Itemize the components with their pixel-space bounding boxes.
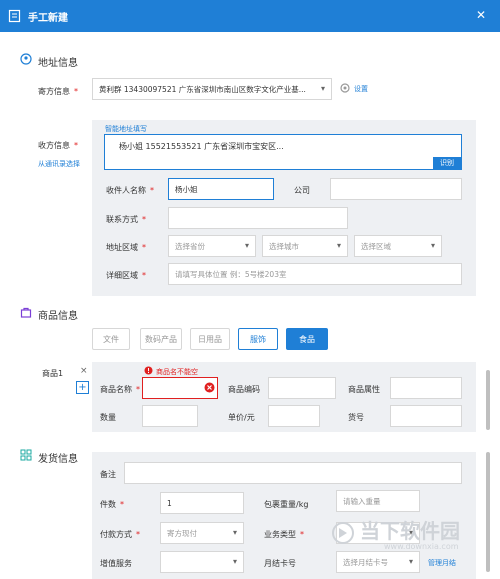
smart-address-label: 智能地址填写	[105, 125, 147, 133]
district-select[interactable]: 选择区域	[354, 235, 442, 257]
scrollbar-thumb[interactable]	[486, 370, 490, 430]
category-chip-food[interactable]: 食品	[286, 328, 328, 350]
count-label: 件数 *	[100, 500, 124, 509]
pay-select[interactable]: 寄方现付	[160, 522, 244, 544]
grid-icon	[20, 449, 32, 461]
goods-code-input[interactable]	[268, 377, 336, 399]
error-message: 商品名不能空	[156, 368, 198, 376]
title-bar: 手工新建 ✕	[0, 0, 500, 32]
goods-code-label: 商品编码	[228, 385, 260, 394]
region-label: 地址区域 *	[106, 243, 146, 252]
pay-label: 付款方式 *	[100, 530, 140, 539]
city-select[interactable]: 选择城市	[262, 235, 348, 257]
watermark-brand: 当下软件园	[360, 519, 460, 543]
add-item-button[interactable]: +	[76, 381, 89, 394]
edit-doc-icon	[8, 9, 21, 23]
smart-address-text: 杨小姐 15521553521 广东省深圳市宝安区...	[119, 142, 284, 151]
qty-label: 数量	[100, 413, 116, 422]
category-chip-file[interactable]: 文件	[92, 328, 130, 350]
item-label: 商品1	[42, 369, 64, 378]
monthly-label: 月结卡号	[264, 559, 296, 568]
category-chip-clothing[interactable]: 服饰	[238, 328, 278, 350]
settings-link[interactable]: 设置	[354, 84, 368, 94]
goods-attr-input[interactable]	[390, 377, 462, 399]
address-section-title: 地址信息	[38, 58, 78, 69]
window-title: 手工新建	[28, 13, 68, 24]
name-label: 收件人名称 *	[106, 186, 154, 195]
company-input[interactable]	[330, 178, 462, 200]
weight-input[interactable]: 请输入重量	[336, 490, 420, 512]
clear-icon[interactable]	[204, 382, 215, 393]
sku-label: 货号	[348, 413, 364, 422]
goods-attr-label: 商品属性	[348, 385, 380, 394]
error-icon	[144, 366, 153, 375]
detail-label: 详细区域 *	[106, 271, 146, 280]
category-chip-digital[interactable]: 数码产品	[140, 328, 182, 350]
service-label: 增值服务	[100, 559, 132, 568]
count-input[interactable]: 1	[160, 492, 244, 514]
weight-label: 包裹重量/kg	[264, 500, 309, 509]
remove-item-icon[interactable]: ×	[80, 366, 88, 376]
sender-label: 寄方信息 *	[38, 87, 78, 96]
location-icon	[20, 53, 32, 65]
sender-select[interactable]: 黄利群 13430097521 广东省深圳市南山区数字文化产业基...	[92, 78, 332, 100]
price-label: 单价/元	[228, 413, 255, 422]
bag-icon	[20, 307, 32, 318]
company-label: 公司	[294, 186, 310, 195]
close-icon[interactable]: ✕	[476, 8, 486, 22]
smart-address-input[interactable]: 杨小姐 15521553521 广东省深圳市宝安区... 识别	[104, 134, 462, 170]
note-label: 备注	[100, 470, 116, 479]
settings-icon[interactable]	[340, 83, 350, 93]
watermark-url: www.downxia.com	[384, 542, 459, 551]
manage-monthly-link[interactable]: 管理月结	[428, 558, 456, 568]
scrollbar-thumb-lower[interactable]	[486, 452, 490, 572]
category-chip-daily[interactable]: 日用品	[190, 328, 230, 350]
qty-input[interactable]	[142, 405, 198, 427]
goods-section-title: 商品信息	[38, 311, 78, 322]
contact-label: 联系方式 *	[106, 215, 146, 224]
recognize-button[interactable]: 识别	[433, 157, 461, 169]
contact-input[interactable]	[168, 207, 348, 229]
service-select[interactable]	[160, 551, 244, 573]
price-input[interactable]	[268, 405, 320, 427]
contacts-link[interactable]: 从通讯录选择	[38, 159, 80, 169]
biz-label: 业务类型 *	[264, 530, 304, 539]
name-input[interactable]: 杨小姐	[168, 178, 274, 200]
detail-input[interactable]: 请填写具体位置 例：5号楼203室	[168, 263, 462, 285]
shipping-section-title: 发货信息	[38, 454, 78, 465]
monthly-select[interactable]: 选择月结卡号	[336, 551, 420, 573]
goods-name-label: 商品名称 *	[100, 385, 140, 394]
watermark-logo-icon	[332, 522, 354, 544]
sku-input[interactable]	[390, 405, 462, 427]
note-input[interactable]	[124, 462, 462, 484]
province-select[interactable]: 选择省份	[168, 235, 256, 257]
receiver-label: 收方信息 *	[38, 141, 78, 150]
